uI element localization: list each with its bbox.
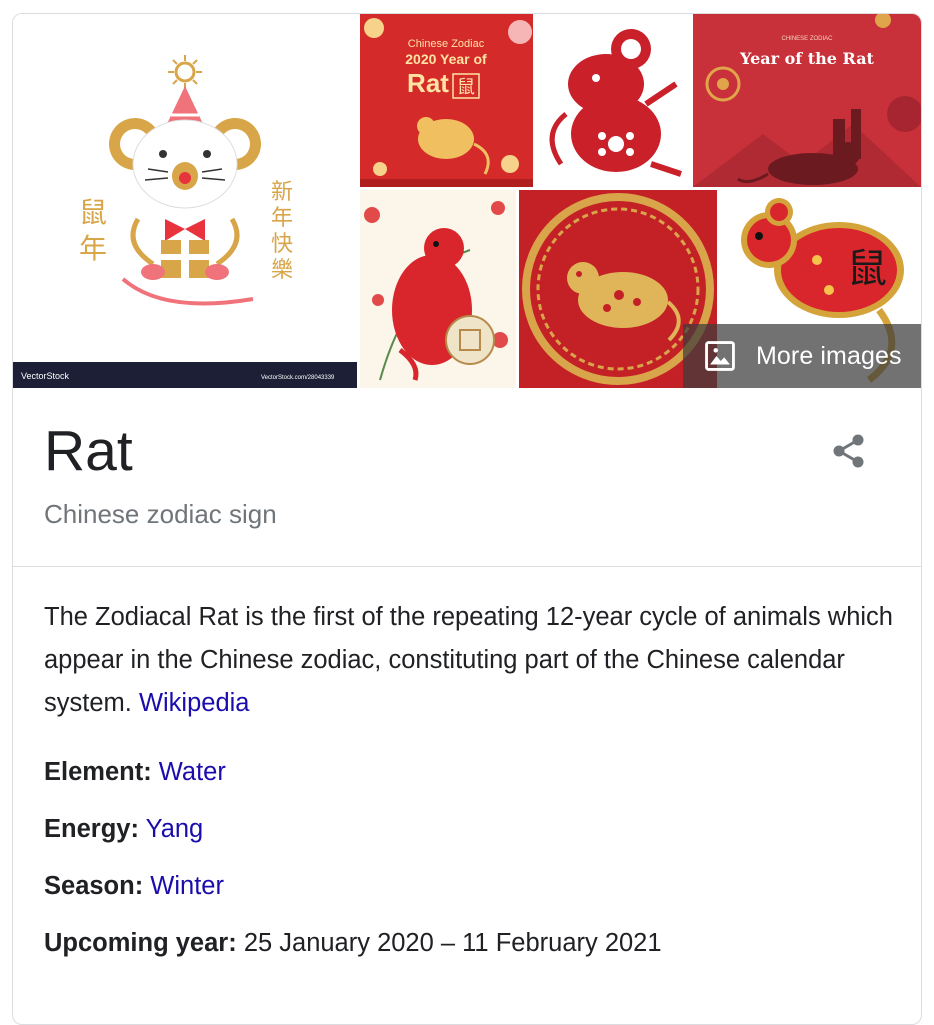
main-left-chars-1: 鼠	[79, 196, 107, 229]
description: The Zodiacal Rat is the first of the rep…	[44, 596, 904, 725]
svg-text:CHINESE ZODIAC: CHINESE ZODIAC	[781, 36, 833, 42]
fact-label: Element:	[44, 758, 152, 786]
share-button[interactable]	[825, 426, 875, 476]
watermark-left: VectorStock	[21, 371, 70, 381]
papercut-rat-image	[536, 14, 691, 187]
entity-title: Rat	[44, 419, 133, 483]
more-images-label: More images	[756, 341, 902, 370]
svg-text:Rat: Rat	[407, 68, 449, 98]
svg-text:快: 快	[271, 232, 293, 257]
svg-text:Chinese Zodiac: Chinese Zodiac	[408, 38, 485, 50]
entity-subtitle: Chinese zodiac sign	[44, 499, 277, 529]
rat-cartoon-image: 鼠 年 新 年 快 樂 VectorStock VectorStock.com/…	[13, 14, 357, 388]
year-of-rat-poster-image: Chinese Zodiac 2020 Year of Rat 鼠	[360, 14, 533, 187]
image-tile-main[interactable]: 鼠 年 新 年 快 樂 VectorStock VectorStock.com/…	[13, 14, 357, 388]
svg-text:新: 新	[271, 180, 293, 205]
svg-text:Year of the Rat: Year of the Rat	[739, 49, 875, 68]
image-tile-2[interactable]: Chinese Zodiac 2020 Year of Rat 鼠	[360, 14, 533, 187]
pin-char: 鼠	[847, 246, 887, 292]
fact-value-link[interactable]: Water	[159, 758, 226, 786]
image-gallery: 鼠 年 新 年 快 樂 VectorStock VectorStock.com/…	[13, 14, 921, 388]
fact-value: 25 January 2020 – 11 February 2021	[243, 929, 662, 957]
svg-text:年: 年	[271, 206, 293, 231]
image-tile-4[interactable]: CHINESE ZODIAC Year of the Rat	[693, 14, 921, 187]
floral-rat-image	[360, 190, 516, 388]
watermark-right: VectorStock.com/28043339	[261, 375, 335, 381]
year-of-the-rat-image: CHINESE ZODIAC Year of the Rat	[693, 14, 921, 187]
divider	[13, 566, 921, 567]
entity-header: Rat Chinese zodiac sign	[13, 388, 921, 566]
svg-text:2020 Year of: 2020 Year of	[405, 51, 487, 67]
knowledge-panel: 鼠 年 新 年 快 樂 VectorStock VectorStock.com/…	[12, 13, 922, 1025]
image-icon	[705, 341, 735, 371]
fact-label: Energy:	[44, 815, 139, 843]
fact-value-link[interactable]: Yang	[146, 815, 204, 843]
fact-label: Season:	[44, 872, 144, 900]
fact-element: Element: Water	[44, 756, 226, 788]
share-icon	[833, 434, 864, 468]
main-left-chars-2: 年	[79, 232, 107, 265]
fact-value-link[interactable]: Winter	[150, 872, 224, 900]
fact-energy: Energy: Yang	[44, 813, 203, 845]
fact-label: Upcoming year:	[44, 929, 237, 957]
more-images-button[interactable]: More images	[683, 324, 921, 388]
image-tile-5[interactable]	[360, 190, 516, 388]
image-tile-3[interactable]	[536, 14, 691, 187]
fact-upcoming-year: Upcoming year: 25 January 2020 – 11 Febr…	[44, 927, 662, 959]
fact-season: Season: Winter	[44, 870, 224, 902]
wikipedia-link[interactable]: Wikipedia	[139, 689, 250, 717]
svg-text:鼠: 鼠	[457, 77, 475, 98]
svg-text:樂: 樂	[271, 258, 293, 283]
